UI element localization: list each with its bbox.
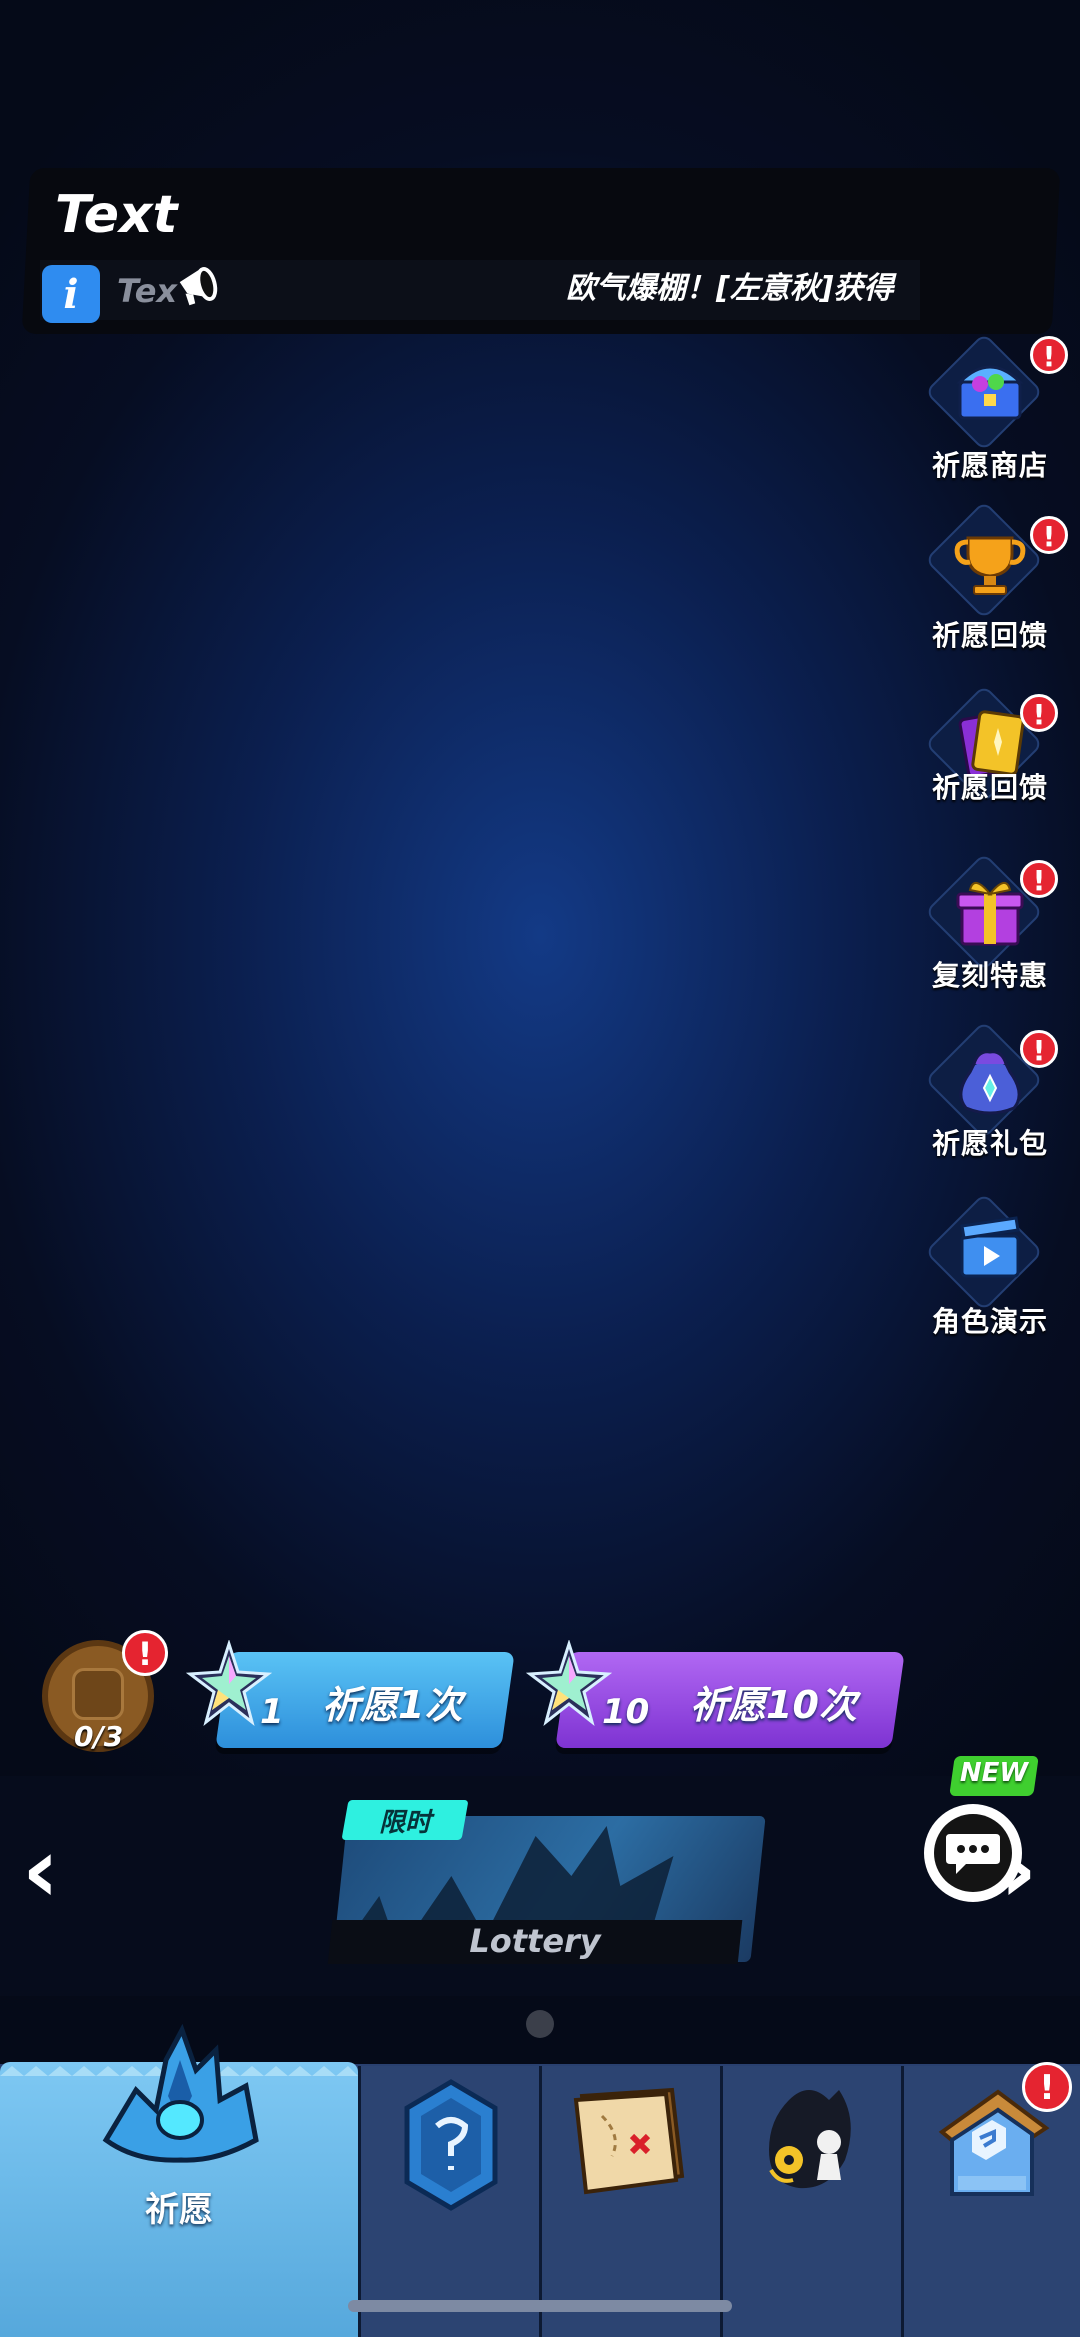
tab-rune[interactable] bbox=[358, 2066, 539, 2337]
rune-hexagon-icon bbox=[404, 2079, 498, 2211]
pity-progress-text: 0/3 bbox=[74, 1720, 124, 1753]
side-item-wish-feedback[interactable]: ! 祈愿回馈 bbox=[920, 500, 1068, 658]
wish-ten-cost: 10 bbox=[602, 1692, 650, 1732]
home-indicator[interactable] bbox=[348, 2300, 732, 2312]
new-badge-text: NEW bbox=[959, 1758, 1029, 1788]
alert-badge: ! bbox=[1030, 516, 1068, 554]
chat-bubble-icon bbox=[946, 1834, 1000, 1874]
tab-map[interactable] bbox=[539, 2066, 720, 2337]
wish-once-label: 祈愿1次 bbox=[322, 1683, 463, 1727]
side-item-label: 角色演示 bbox=[931, 1305, 1048, 1338]
marquee-text: 欧气爆棚！[左意秋]获得 bbox=[566, 271, 894, 306]
video-play-icon bbox=[960, 1216, 1020, 1278]
side-item-rerun-deal[interactable]: ! 复刻特惠 bbox=[920, 852, 1060, 1010]
star-crystal-icon bbox=[526, 1640, 612, 1726]
alert-badge: ! bbox=[1022, 2062, 1072, 2112]
alert-badge: ! bbox=[1030, 336, 1068, 374]
info-icon[interactable]: i bbox=[42, 265, 100, 323]
trophy-icon bbox=[954, 536, 1026, 595]
tab-characters[interactable] bbox=[720, 2066, 901, 2337]
alert-badge: ! bbox=[1020, 694, 1058, 732]
page-indicator-dot bbox=[526, 2010, 554, 2038]
tab-house[interactable]: ! bbox=[901, 2062, 1080, 2337]
side-item-wish-feedback-2[interactable]: ! 祈愿回馈 bbox=[920, 684, 1060, 842]
banner-title: Text bbox=[55, 185, 178, 245]
speaker-icon bbox=[179, 266, 218, 306]
side-item-label: 祈愿回馈 bbox=[931, 771, 1048, 804]
character-icon bbox=[769, 2090, 851, 2189]
alert-badge: ! bbox=[122, 1630, 168, 1676]
limited-tag-text: 限时 bbox=[378, 1808, 431, 1838]
side-item-character-demo[interactable]: 角色演示 bbox=[920, 1192, 1060, 1350]
alert-badge: ! bbox=[1020, 860, 1058, 898]
treasure-map-icon bbox=[573, 2087, 685, 2195]
side-item-wish-pack[interactable]: ! 祈愿礼包 bbox=[920, 1020, 1060, 1178]
carousel-prev-arrow[interactable]: ‹ bbox=[22, 1818, 59, 1923]
side-item-label: 祈愿回馈 bbox=[931, 619, 1048, 652]
info-text: Tex bbox=[117, 272, 178, 310]
side-item-label: 复刻特惠 bbox=[931, 959, 1048, 992]
wish-ten-label: 祈愿10次 bbox=[690, 1683, 857, 1727]
treasure-chest-icon bbox=[956, 365, 1024, 420]
wish-crystal-icon bbox=[102, 2023, 259, 2163]
wish-once-cost: 1 bbox=[260, 1692, 284, 1732]
side-item-wish-shop[interactable]: ! 祈愿商店 bbox=[920, 332, 1068, 490]
coin-emblem-icon bbox=[72, 1668, 124, 1720]
lottery-label: Lottery bbox=[469, 1922, 601, 1960]
side-item-label: 祈愿礼包 bbox=[931, 1127, 1048, 1160]
side-item-label: 祈愿商店 bbox=[931, 449, 1048, 482]
alert-badge: ! bbox=[1020, 1030, 1058, 1068]
tab-wish-label: 祈愿 bbox=[145, 2190, 213, 2230]
